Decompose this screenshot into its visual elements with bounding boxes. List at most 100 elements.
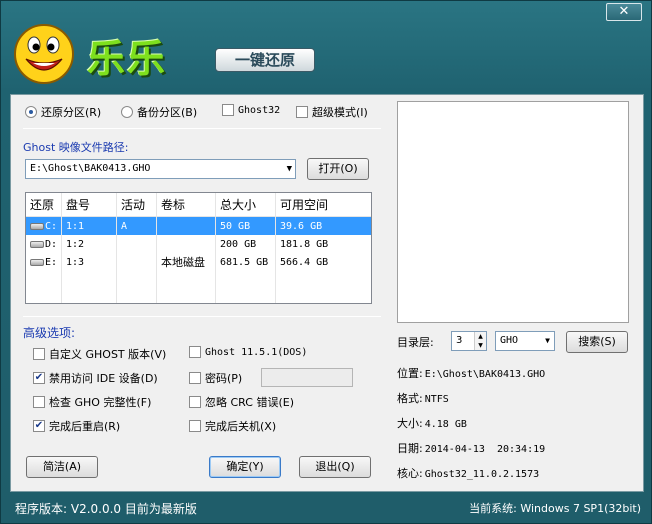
- format-info: 格式: NTFS: [397, 392, 449, 405]
- backup-partition-label: 备份分区(B): [137, 106, 198, 119]
- brand-tagline: 一键还原: [215, 48, 315, 72]
- table-row[interactable]: D: 1:2 200 GB 181.8 GB: [26, 235, 371, 253]
- number-cell: 1:1: [62, 217, 117, 235]
- column-header[interactable]: 可用空间: [276, 193, 346, 216]
- smiley-logo-icon: [14, 24, 74, 84]
- format-value: NTFS: [424, 394, 449, 405]
- divider: [23, 316, 381, 317]
- extension-combobox[interactable]: GHO ▼: [495, 331, 555, 351]
- number-cell: 1:2: [62, 235, 117, 253]
- label-cell: [157, 235, 216, 253]
- checkbox-box: [296, 106, 308, 118]
- shutdown-label: 完成后关机(X): [205, 420, 277, 433]
- password-checkbox[interactable]: 密码(P): [189, 370, 242, 386]
- search-button[interactable]: 搜索(S): [566, 331, 628, 353]
- restore-partition-label: 还原分区(R): [41, 106, 102, 119]
- checkbox-box: [189, 396, 201, 408]
- chevron-down-icon[interactable]: ▼: [545, 332, 550, 350]
- free-cell: 39.6 GB: [280, 220, 323, 232]
- directory-level-spinner[interactable]: 3 ▲ ▼: [451, 331, 487, 351]
- super-mode-checkbox[interactable]: 超级模式(I): [296, 104, 368, 120]
- reboot-checkbox[interactable]: ✔ 完成后重启(R): [33, 418, 120, 434]
- password-label: 密码(P): [205, 372, 243, 385]
- core-info: 核心: Ghost32_11.0.2.1573: [397, 467, 540, 480]
- date-value: 2014-04-13 20:34:19: [424, 444, 546, 455]
- image-preview-area: [397, 101, 629, 323]
- table-row[interactable]: E: 1:3 本地磁盘 681.5 GB 566.4 GB: [26, 253, 371, 271]
- open-button[interactable]: 打开(O): [307, 158, 369, 180]
- advanced-options-title: 高级选项:: [23, 326, 76, 340]
- checkbox-box: [33, 348, 45, 360]
- password-input[interactable]: [261, 368, 353, 387]
- super-mode-label: 超级模式(I): [312, 106, 368, 119]
- table-row-empty: [26, 271, 371, 289]
- custom-ghost-checkbox[interactable]: 自定义 GHOST 版本(V): [33, 346, 166, 362]
- column-header[interactable]: 活动: [117, 193, 157, 216]
- location-info: 位置: E:\Ghost\BAK0413.GHO: [397, 367, 546, 380]
- column-header[interactable]: 总大小: [216, 193, 276, 216]
- directory-level-label: 目录层:: [397, 336, 434, 349]
- backup-partition-radio[interactable]: 备份分区(B): [121, 104, 197, 120]
- checkbox-box: [189, 346, 201, 358]
- checkbox-box: [222, 104, 234, 116]
- checkbox-box: [189, 372, 201, 384]
- total-cell: 681.5 GB: [216, 253, 276, 271]
- disk-icon: [30, 240, 44, 248]
- checkbox-box: ✔: [33, 372, 45, 384]
- extension-value: GHO: [500, 335, 519, 346]
- chevron-down-icon[interactable]: ▼: [287, 160, 292, 178]
- drive-cell: E:: [26, 253, 62, 271]
- free-cell: 566.4 GB: [280, 256, 329, 268]
- total-cell: 200 GB: [216, 235, 276, 253]
- checkbox-box: ✔: [33, 420, 45, 432]
- disk-icon: [30, 258, 44, 266]
- table-row-empty: [26, 289, 371, 303]
- number-cell: 1:3: [62, 253, 117, 271]
- main-window: ✕ 乐乐 一键还原 还原分区(R) 备份分区(B) Ghost32 超级模式(I…: [0, 0, 652, 524]
- reboot-label: 完成后重启(R): [49, 420, 121, 433]
- check-gho-checkbox[interactable]: 检查 GHO 完整性(F): [33, 394, 151, 410]
- check-gho-label: 检查 GHO 完整性(F): [49, 396, 152, 409]
- column-header[interactable]: 卷标: [157, 193, 216, 216]
- date-info: 日期: 2014-04-13 20:34:19: [397, 442, 546, 455]
- exit-button[interactable]: 退出(Q): [299, 456, 371, 478]
- checkbox-box: [189, 420, 201, 432]
- brand-title: 乐乐: [87, 37, 168, 81]
- ghost-version-label: Ghost 11.5.1(DOS): [205, 346, 308, 358]
- disk-icon: [30, 222, 44, 230]
- disable-ide-label: 禁用访问 IDE 设备(D): [49, 372, 158, 385]
- size-info: 大小: 4.18 GB: [397, 417, 467, 430]
- directory-level-value: 3: [456, 335, 463, 346]
- close-button[interactable]: ✕: [606, 3, 642, 21]
- column-header[interactable]: 还原: [26, 193, 62, 216]
- restore-partition-radio[interactable]: 还原分区(R): [25, 104, 101, 120]
- partition-table: 还原 盘号 活动 卷标 总大小 可用空间 C: 1:1 A 50 GB 39.6…: [25, 192, 372, 304]
- divider: [23, 128, 381, 129]
- checkbox-box: [33, 396, 45, 408]
- ghost-version-checkbox[interactable]: Ghost 11.5.1(DOS): [189, 346, 307, 358]
- disable-ide-checkbox[interactable]: ✔ 禁用访问 IDE 设备(D): [33, 370, 158, 386]
- radio-dot: [25, 106, 37, 118]
- confirm-button[interactable]: 确定(Y): [209, 456, 281, 478]
- current-system: 当前系统: Windows 7 SP1(32bit): [469, 502, 641, 515]
- total-cell: 50 GB: [216, 217, 276, 235]
- spinner-arrows-icon[interactable]: ▲ ▼: [474, 332, 486, 350]
- size-value: 4.18 GB: [424, 419, 467, 430]
- drive-cell: D:: [26, 235, 62, 253]
- image-path-combobox[interactable]: E:\Ghost\BAK0413.GHO ▼: [25, 159, 296, 179]
- ghost32-checkbox[interactable]: Ghost32: [222, 104, 280, 116]
- ghost32-label: Ghost32: [238, 104, 281, 116]
- label-cell: [157, 217, 216, 235]
- brief-button[interactable]: 简洁(A): [26, 456, 98, 478]
- drive-cell: C:: [26, 217, 62, 235]
- label-cell: 本地磁盘: [157, 253, 216, 271]
- active-cell: [117, 235, 157, 253]
- column-header[interactable]: 盘号: [62, 193, 117, 216]
- shutdown-checkbox[interactable]: 完成后关机(X): [189, 418, 276, 434]
- ignore-crc-label: 忽略 CRC 错误(E): [205, 396, 294, 409]
- radio-dot: [121, 106, 133, 118]
- status-bar: 程序版本: V2.0.0.0 目前为最新版 当前系统: Windows 7 SP…: [1, 493, 652, 523]
- table-row[interactable]: C: 1:1 A 50 GB 39.6 GB: [26, 217, 371, 235]
- custom-ghost-label: 自定义 GHOST 版本(V): [49, 348, 167, 361]
- ignore-crc-checkbox[interactable]: 忽略 CRC 错误(E): [189, 394, 294, 410]
